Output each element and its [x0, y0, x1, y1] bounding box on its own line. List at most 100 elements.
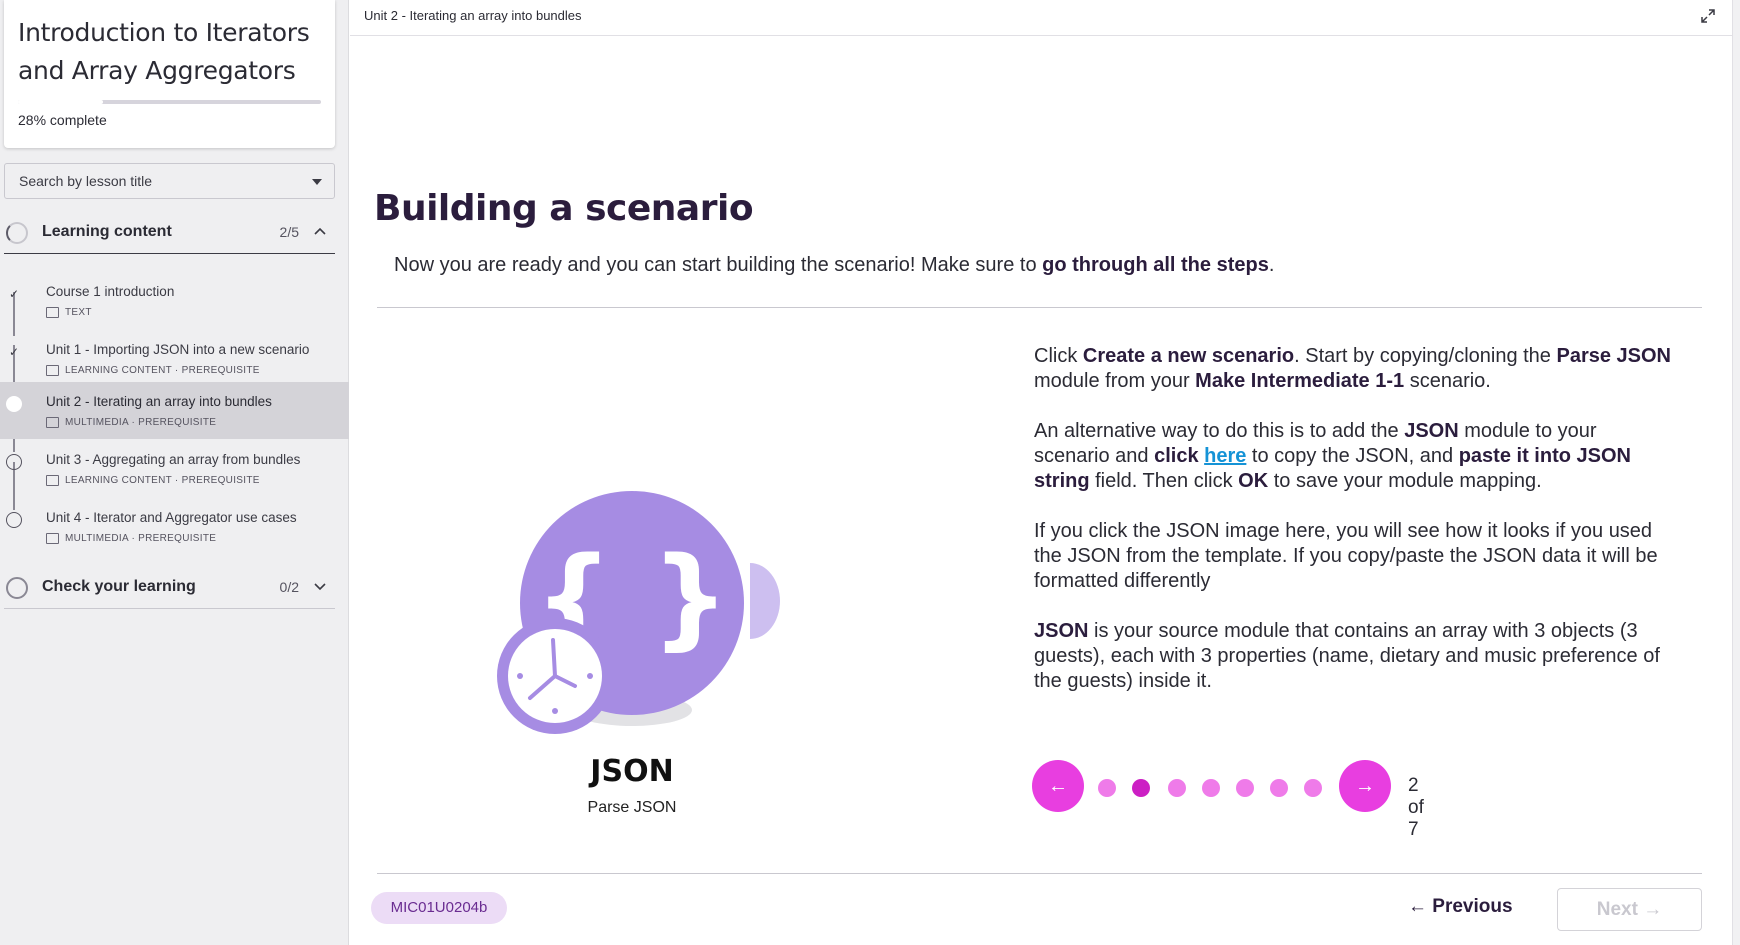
text-bold: Create a new scenario: [1082, 345, 1295, 367]
next-label: Next: [1596, 899, 1638, 920]
intro-part: Now you are ready and you can start buil…: [394, 254, 1043, 276]
slide-dot[interactable]: [1270, 779, 1288, 797]
step-paragraph: If you click the JSON image here, you wi…: [1034, 520, 1658, 592]
progress-suffix: complete: [46, 112, 107, 128]
chevron-up-icon[interactable]: [313, 224, 327, 238]
progress-label: 28% complete: [18, 112, 107, 128]
slide-dot[interactable]: [1168, 779, 1186, 797]
media-icon: [46, 417, 59, 428]
slide-dot[interactable]: [1098, 779, 1116, 797]
previous-label: Previous: [1432, 896, 1513, 917]
lesson-meta: MULTIMEDIA · PREREQUISITE: [46, 417, 216, 428]
copy-json-link[interactable]: here: [1204, 445, 1246, 467]
lesson-item[interactable]: Unit 4 - Iterator and Aggregator use cas…: [0, 498, 349, 555]
lesson-type: MULTIMEDIA · PREREQUISITE: [65, 417, 217, 428]
text: module from your: [1034, 370, 1196, 392]
lesson-type: MULTIMEDIA · PREREQUISITE: [65, 533, 217, 544]
section-title: Learning content: [42, 223, 172, 240]
previous-lesson-button[interactable]: ← Previous: [1408, 896, 1513, 918]
arrow-left-icon: ←: [1408, 896, 1433, 917]
lesson-title: Unit 1 - Importing JSON into a new scena…: [46, 342, 310, 357]
step-description: Click Create a new scenario. Start by co…: [1034, 344, 1674, 719]
course-title-line-1: Introduction to Iterators: [18, 18, 310, 47]
lesson-meta: TEXT: [46, 307, 92, 318]
text-bold: click: [1154, 445, 1205, 467]
lesson-code-badge: MIC01U0204b: [371, 892, 507, 924]
text: is your source module that contains an a…: [1034, 620, 1660, 692]
text: to save your module mapping.: [1268, 470, 1542, 492]
chevron-down-icon[interactable]: [313, 579, 327, 593]
slide-dot[interactable]: [1236, 779, 1254, 797]
slide-dot[interactable]: [1202, 779, 1220, 797]
lesson-type: LEARNING CONTENT · PREREQUISITE: [65, 365, 260, 376]
caret-down-icon: [312, 179, 322, 185]
step-paragraph: JSON is your source module that contains…: [1034, 619, 1674, 694]
lesson-meta: MULTIMEDIA · PREREQUISITE: [46, 533, 216, 544]
section-progress-ring-icon: [6, 577, 28, 599]
progress-bar: [18, 100, 321, 104]
intro-part: .: [1268, 254, 1275, 276]
section-count: 2/5: [279, 224, 299, 240]
text-bold: Parse JSON: [1556, 345, 1671, 367]
section-title: Check your learning: [42, 578, 196, 595]
lesson-title: Unit 4 - Iterator and Aggregator use cas…: [46, 510, 297, 525]
slide-counter: 2 of 7: [1408, 775, 1424, 840]
slide-dot[interactable]: [1304, 779, 1322, 797]
slide-pager: ← → 2 of 7: [1032, 760, 1432, 840]
lesson-item[interactable]: ✓ Unit 1 - Importing JSON into a new sce…: [0, 330, 349, 387]
media-icon: [46, 533, 59, 544]
step-paragraph: An alternative way to do this is to add …: [1034, 419, 1674, 494]
lesson-meta: LEARNING CONTENT · PREREQUISITE: [46, 475, 260, 486]
text-bold: JSON: [1404, 420, 1459, 442]
scrollbar[interactable]: [1732, 0, 1740, 945]
json-module-illustration[interactable]: { }: [490, 480, 800, 740]
check-icon: ✓: [8, 287, 20, 301]
text: An alternative way to do this is to add …: [1034, 420, 1405, 442]
open-circle-icon: [6, 512, 22, 528]
text: to copy the JSON, and: [1246, 445, 1459, 467]
text-bold: OK: [1238, 470, 1269, 492]
lesson-item-current[interactable]: Unit 2 - Iterating an array into bundles…: [0, 382, 349, 439]
arrow-left-icon: ←: [1048, 775, 1068, 797]
course-sidebar: Introduction to Iterators and Array Aggr…: [0, 0, 349, 945]
module-name: JSON: [590, 754, 674, 789]
lesson-type: LEARNING CONTENT · PREREQUISITE: [65, 475, 260, 486]
arrow-right-icon: →: [1637, 899, 1663, 920]
section-count: 0/2: [279, 579, 299, 595]
check-icon: ✓: [8, 345, 20, 359]
lesson-title: Course 1 introduction: [46, 284, 175, 299]
text: . Start by copying/cloning the: [1294, 345, 1557, 367]
arrow-right-icon: →: [1355, 775, 1375, 797]
intro-emphasis: go through all the steps: [1042, 254, 1269, 276]
open-circle-icon: [6, 454, 22, 470]
expand-icon[interactable]: [1700, 8, 1716, 24]
intro-text: Now you are ready and you can start buil…: [394, 254, 1274, 277]
previous-slide-button[interactable]: ←: [1032, 760, 1084, 812]
next-lesson-button[interactable]: Next →: [1557, 888, 1702, 931]
section-progress-ring-icon: [6, 222, 28, 244]
section-learning-content[interactable]: Learning content 2/5: [4, 210, 335, 254]
lesson-search-select[interactable]: Search by lesson title: [4, 163, 335, 199]
lesson-item[interactable]: ✓ Course 1 introduction TEXT: [0, 272, 349, 329]
course-title: Introduction to Iterators and Array Aggr…: [18, 14, 321, 90]
section-check-your-learning[interactable]: Check your learning 0/2: [4, 565, 335, 609]
text-bold: Make Intermediate 1-1: [1195, 370, 1405, 392]
current-lesson-icon: [6, 396, 22, 412]
divider: [377, 307, 1702, 308]
slide-dot-active[interactable]: [1132, 779, 1150, 797]
lesson-item[interactable]: Unit 3 - Aggregating an array from bundl…: [0, 440, 349, 497]
breadcrumb: Unit 2 - Iterating an array into bundles: [364, 8, 582, 23]
progress-value: 28%: [18, 112, 47, 128]
next-slide-button[interactable]: →: [1339, 760, 1391, 812]
lesson-type: TEXT: [65, 307, 92, 318]
lesson-meta: LEARNING CONTENT · PREREQUISITE: [46, 365, 260, 376]
module-subtitle: Parse JSON: [587, 799, 677, 816]
text: scenario.: [1404, 370, 1491, 392]
document-icon: [46, 307, 59, 318]
media-icon: [46, 365, 59, 376]
text-bold: JSON: [1034, 620, 1089, 642]
step-paragraph: Click Create a new scenario. Start by co…: [1034, 344, 1674, 394]
lesson-title: Unit 3 - Aggregating an array from bundl…: [46, 452, 301, 467]
course-title-line-2: and Array Aggregators: [18, 56, 296, 85]
connector-handle-icon: [750, 563, 780, 639]
